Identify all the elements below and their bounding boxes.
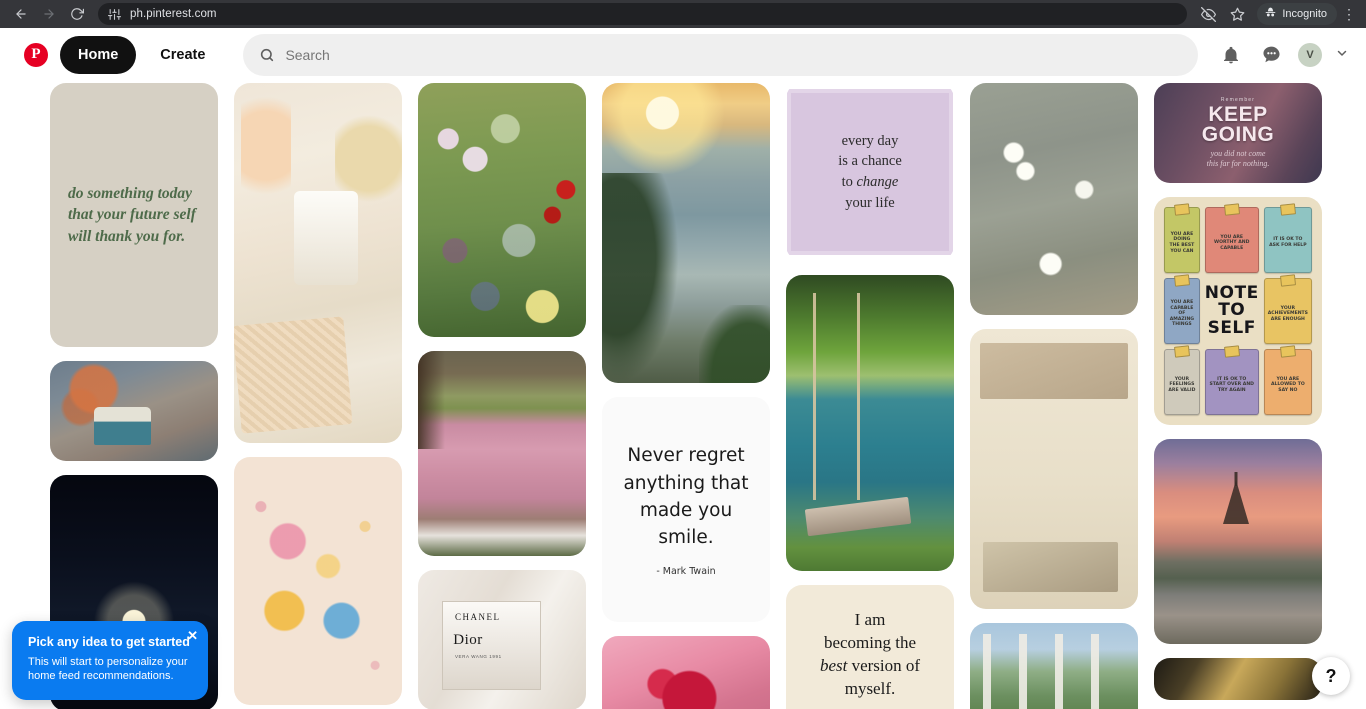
pin-quote-never-regret[interactable]: Never regret anything that made you smil… [602, 397, 770, 622]
search-bar[interactable] [243, 33, 1198, 76]
keep-going-eyebrow: Remember [1220, 97, 1256, 104]
search-input[interactable] [285, 46, 1182, 63]
quote-line-3-rest: version of [847, 656, 921, 675]
sticky-note: YOUR ACHIEVEMENTS ARE ENOUGH [1263, 278, 1312, 344]
pin-photo-ocean-sunset-stairs[interactable] [602, 83, 770, 383]
nav-create[interactable]: Create [142, 36, 223, 74]
pin-note-to-self[interactable]: YOU ARE DOING THE BEST YOU CAN YOU ARE W… [1154, 197, 1322, 425]
pin-photo-white-flowers-on-water[interactable] [970, 83, 1138, 315]
sticky-note-text: IT IS OK TO START OVER AND TRY AGAIN [1209, 376, 1254, 393]
sticky-note: YOUR FEELINGS ARE VALID [1164, 349, 1200, 415]
note-to-self-title: NOTE TO SELF [1205, 278, 1259, 344]
address-bar[interactable]: ph.pinterest.com [98, 3, 1188, 25]
feed-column: Never regret anything that made you smil… [602, 83, 770, 709]
magnifier-icon [259, 47, 275, 63]
onboarding-tooltip: ✕ Pick any idea to get started This will… [12, 620, 208, 700]
bell-icon[interactable] [1214, 38, 1248, 72]
sticky-note-text: YOU ARE ALLOWED TO SAY NO [1270, 376, 1305, 393]
pin-photo-wildflower-garden[interactable] [418, 83, 586, 337]
pin-photo-pastel-flower-drawing[interactable] [234, 457, 402, 705]
quote-line-2: is a chance [838, 153, 902, 170]
feed-column: CHANEL Dior VERA WANG 1991 [418, 83, 586, 709]
sticky-note-text: YOU ARE DOING THE BEST YOU CAN [1169, 231, 1195, 254]
sticky-note-text: YOUR ACHIEVEMENTS ARE ENOUGH [1267, 305, 1308, 322]
tune-icon[interactable] [108, 8, 121, 21]
sticky-note-text: YOU ARE CAPABLE OF AMAZING THINGS [1169, 300, 1195, 328]
feed-column: every day is a chance to change your lif… [786, 83, 954, 709]
tooltip-body: This will start to personalize your home… [28, 655, 188, 683]
keep-going-sub-2: this far for nothing. [1206, 158, 1270, 168]
sticky-note-text: IT IS OK TO ASK FOR HELP [1269, 237, 1307, 248]
sticky-note: YOU ARE ALLOWED TO SAY NO [1263, 349, 1312, 415]
quote-line-3-prefix: to [841, 174, 857, 190]
sticky-note-grid: YOU ARE DOING THE BEST YOU CAN YOU ARE W… [1164, 207, 1312, 415]
pin-photo-eiffel-tower-sunset[interactable] [1154, 439, 1322, 644]
book-label-dior: Dior [453, 631, 483, 648]
quote-line-1: every day [841, 132, 899, 149]
feed-column: do something today that your future self… [50, 83, 218, 709]
pin-quote-text: do something today that your future self… [68, 184, 196, 245]
pin-quote-best-version[interactable]: I am becoming the best version of myself… [786, 585, 954, 709]
note-title-line-3: SELF [1207, 317, 1256, 338]
sticky-note: YOU ARE WORTHY AND CAPABLE [1204, 207, 1259, 273]
kebab-menu-icon[interactable]: ⋮ [1340, 6, 1358, 23]
quote-line-4: your life [845, 194, 895, 211]
incognito-label: Incognito [1282, 8, 1327, 20]
pin-quote-keep-going[interactable]: Remember KEEP GOING you did not come thi… [1154, 83, 1322, 183]
quote-line-3-emphasis: best [819, 656, 848, 675]
feed-column [234, 83, 402, 709]
feed-column [970, 83, 1138, 709]
sticky-note-text: YOU ARE WORTHY AND CAPABLE [1214, 234, 1250, 251]
sticky-note: IT IS OK TO START OVER AND TRY AGAIN [1204, 349, 1259, 415]
incognito-indicator[interactable]: Incognito [1257, 3, 1337, 25]
quote-line-2: becoming the [823, 633, 917, 653]
keep-going-line-2: GOING [1201, 123, 1275, 146]
quote-line-1: I am [854, 610, 886, 630]
pin-photo-cream-roses-beauty-book[interactable] [234, 83, 402, 443]
pin-photo-rope-swing-lagoon[interactable] [786, 275, 954, 571]
sticky-note: YOU ARE CAPABLE OF AMAZING THINGS [1164, 278, 1200, 344]
sticky-note-text: YOUR FEELINGS ARE VALID [1168, 376, 1196, 393]
pin-photo-gold-abstract[interactable] [1154, 658, 1322, 700]
quote-line-4: myself. [844, 678, 896, 698]
browser-actions: Incognito ⋮ [1195, 2, 1358, 26]
eye-off-icon[interactable] [1195, 2, 1221, 26]
nav-home[interactable]: Home [60, 35, 137, 74]
tooltip-title: Pick any idea to get started [28, 634, 190, 649]
book-label-chanel: CHANEL [454, 612, 501, 622]
avatar[interactable]: V [1298, 42, 1322, 67]
masonry-columns: do something today that your future self… [50, 81, 1322, 709]
pinterest-header: P Home Create V [0, 28, 1366, 81]
chevron-down-icon[interactable] [1332, 47, 1352, 62]
pin-quote-frame: every day is a chance to change your lif… [787, 89, 953, 255]
pin-photo-garden-pergola[interactable] [970, 623, 1138, 709]
pin-quote-future-self[interactable]: do something today that your future self… [50, 83, 218, 347]
pin-quote-every-day-chance[interactable]: every day is a chance to change your lif… [786, 83, 954, 261]
sticky-note: IT IS OK TO ASK FOR HELP [1263, 207, 1312, 273]
back-arrow-icon[interactable] [8, 2, 34, 26]
pin-photo-strawberries[interactable] [602, 636, 770, 709]
browser-toolbar: ph.pinterest.com Incognito ⋮ [0, 0, 1366, 28]
home-feed: do something today that your future self… [0, 81, 1366, 709]
pin-photo-chanel-dior-books[interactable]: CHANEL Dior VERA WANG 1991 [418, 570, 586, 709]
forward-arrow-icon[interactable] [36, 2, 62, 26]
pin-quote-text: Never regret anything that made you smil… [623, 445, 749, 549]
pin-photo-neutral-paper-collage[interactable] [970, 329, 1138, 609]
help-button[interactable]: ? [1312, 657, 1350, 695]
pin-photo-autumn-tram-street[interactable] [50, 361, 218, 461]
reload-icon[interactable] [64, 2, 90, 26]
pin-photo-pink-tulip-field[interactable] [418, 351, 586, 556]
keep-going-sub-1: you did not come [1210, 148, 1266, 158]
speech-bubble-icon[interactable] [1254, 38, 1288, 72]
feed-column: Remember KEEP GOING you did not come thi… [1154, 83, 1322, 709]
incognito-hat-icon [1264, 6, 1277, 22]
pin-quote-attribution: - Mark Twain [656, 565, 716, 577]
address-bar-url: ph.pinterest.com [130, 8, 217, 20]
book-label-sub: VERA WANG 1991 [454, 654, 502, 659]
sticky-note: YOU ARE DOING THE BEST YOU CAN [1164, 207, 1200, 273]
pinterest-logo-icon[interactable]: P [24, 42, 48, 67]
star-icon[interactable] [1224, 2, 1250, 26]
close-icon[interactable]: ✕ [187, 629, 198, 642]
quote-line-3-emphasis: change [856, 174, 899, 190]
